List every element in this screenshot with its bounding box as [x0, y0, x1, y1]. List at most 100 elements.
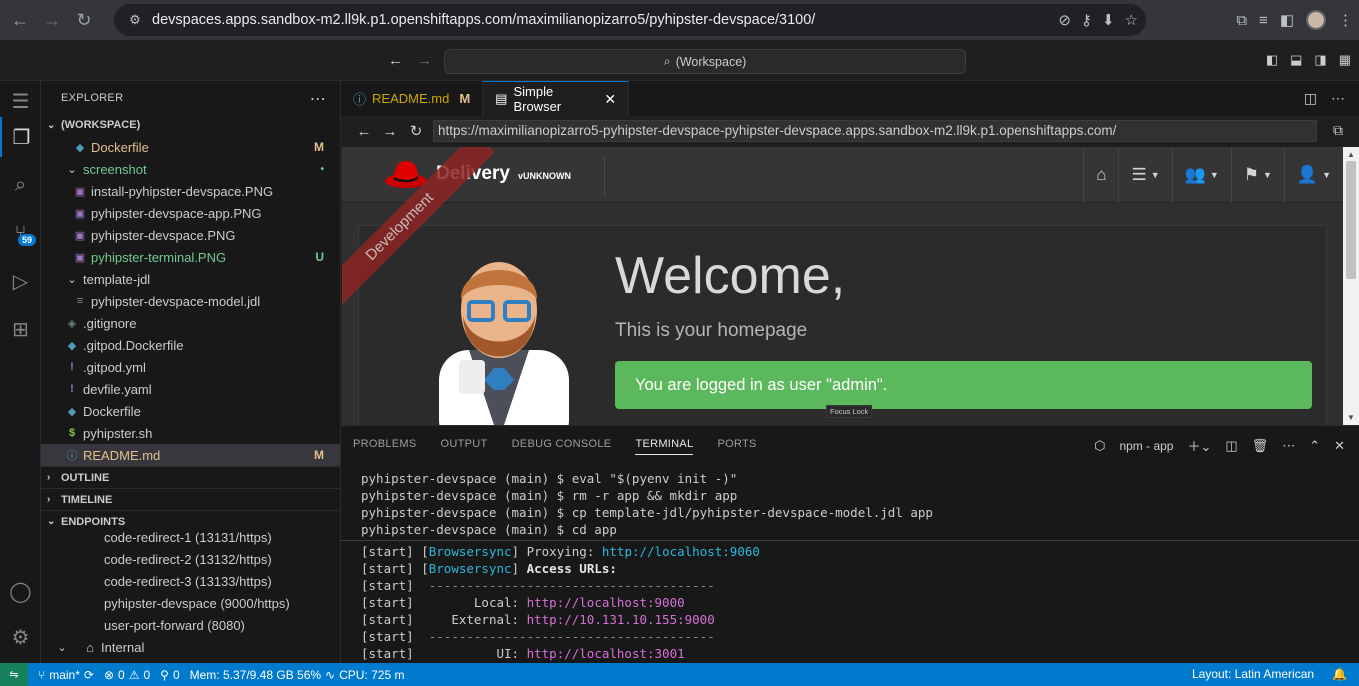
tree-item[interactable]: ⌄ screenshot • [41, 158, 340, 180]
problems-indicator[interactable]: ⊗ 0 ⚠ 0 [104, 668, 150, 682]
tab-terminal[interactable]: TERMINAL [635, 438, 694, 455]
simple-browser-url[interactable]: https://maximilianopizarro5-pyhipster-de… [433, 120, 1317, 142]
close-panel-icon[interactable]: ✕ [1334, 438, 1345, 454]
account-icon[interactable]: ◯ [0, 571, 41, 611]
extensions-icon[interactable]: ⊞ [0, 309, 41, 349]
tab-output[interactable]: OUTPUT [441, 438, 488, 450]
ui-url[interactable]: http://localhost:3001 [527, 646, 685, 661]
install-icon[interactable]: ⬇ [1102, 11, 1115, 29]
split-terminal-icon[interactable]: ◫ [1225, 438, 1237, 454]
workspace-section[interactable]: ⌄ (WORKSPACE) [41, 114, 340, 136]
tab-readme[interactable]: ⓘ README.md M [341, 81, 484, 116]
tree-item[interactable]: ≡ pyhipster-devspace-model.jdl [41, 290, 340, 312]
terminal-name[interactable]: npm - app [1119, 439, 1173, 453]
run-debug-icon[interactable]: ▷ [0, 261, 41, 301]
reload-icon[interactable]: ↻ [68, 4, 100, 36]
open-external-icon[interactable]: ⧉ [1333, 122, 1343, 139]
tree-item[interactable]: ▣ install-pyhipster-devspace.PNG [41, 180, 340, 202]
toggle-secondary-sidebar-icon[interactable]: ◨ [1314, 52, 1326, 68]
tree-item[interactable]: ⌄ template-jdl [41, 268, 340, 290]
command-center[interactable]: ⌕ (Workspace) [444, 49, 966, 74]
scroll-up-icon[interactable]: ▲ [1347, 150, 1355, 159]
local-url[interactable]: http://localhost:9000 [527, 595, 685, 610]
proxy-url[interactable]: http://localhost:9060 [602, 544, 760, 559]
timeline-section[interactable]: › TIMELINE [41, 488, 340, 510]
tree-item[interactable]: ▣ pyhipster-devspace-app.PNG [41, 202, 340, 224]
ui-label: UI: [496, 646, 520, 661]
trash-icon[interactable]: 🗑 [1252, 438, 1269, 454]
endpoint-item[interactable]: code-redirect-3 (13133/https) [41, 570, 340, 592]
extensions-icon[interactable]: ⧉ [1236, 12, 1247, 29]
nav-back-icon[interactable]: ← [388, 52, 403, 69]
tree-item[interactable]: ◈ .gitignore [41, 312, 340, 334]
keyboard-layout[interactable]: Layout: Latin American [1192, 667, 1314, 681]
address-url[interactable]: devspaces.apps.sandbox-m2.ll9k.p1.opensh… [152, 12, 815, 28]
endpoint-group-internal[interactable]: ⌄ ⌂ Internal [41, 636, 340, 658]
nav-language[interactable]: ⚑ ▼ [1230, 147, 1284, 203]
tree-item[interactable]: ▣ pyhipster-terminal.PNG U [41, 246, 340, 268]
settings-gear-icon[interactable]: ⚙ [0, 617, 41, 657]
back-icon[interactable]: ← [351, 123, 377, 140]
source-control-icon[interactable]: ⑂ [0, 213, 41, 253]
nav-home[interactable]: ⌂ [1083, 147, 1118, 203]
more-actions-icon[interactable]: ⋯ [1331, 90, 1345, 107]
reload-icon[interactable]: ↻ [403, 122, 429, 140]
scroll-down-icon[interactable]: ▼ [1347, 413, 1355, 422]
tree-item[interactable]: ! .gitpod.yml [41, 356, 340, 378]
nav-forward-icon[interactable]: → [417, 52, 432, 69]
menu-icon[interactable]: ⋮ [1338, 11, 1353, 29]
split-editor-icon[interactable]: ◫ [1304, 90, 1317, 107]
explorer-icon[interactable]: ❐ [0, 117, 41, 157]
address-bar[interactable]: ⚙ devspaces.apps.sandbox-m2.ll9k.p1.open… [114, 4, 1146, 36]
close-icon[interactable]: ✕ [604, 91, 616, 108]
bookmark-star-icon[interactable]: ☆ [1125, 11, 1138, 29]
remote-indicator-icon[interactable]: ⇋ [0, 663, 28, 686]
tree-item-selected[interactable]: ⓘ README.md M [41, 444, 340, 466]
sidepanel-icon[interactable]: ◧ [1280, 11, 1294, 29]
tree-item[interactable]: ! devfile.yaml [41, 378, 340, 400]
notifications-icon[interactable]: 🔔 [1332, 667, 1347, 681]
endpoint-item[interactable]: pyhipster-devspace (9000/https) [41, 592, 340, 614]
new-terminal-icon[interactable]: ＋⌄ [1187, 436, 1211, 455]
more-actions-icon[interactable]: ⋯ [1282, 438, 1295, 454]
camera-off-icon[interactable]: ⊘ [1058, 11, 1071, 29]
media-icon[interactable]: ≡ [1259, 12, 1268, 29]
search-icon[interactable]: ⌕ [0, 165, 41, 205]
external-url[interactable]: http://10.131.10.155:9000 [527, 612, 715, 627]
endpoint-item[interactable]: code-redirect-1 (13131/https) [41, 526, 340, 548]
forward-icon[interactable]: → [377, 123, 403, 140]
mem-indicator[interactable]: Mem: 5.37/9.48 GB 56% ∿ CPU: 725 m [190, 668, 405, 682]
nav-account[interactable]: 👤 ▼ [1283, 147, 1343, 203]
tab-debug-console[interactable]: DEBUG CONSOLE [512, 438, 612, 450]
endpoint-item[interactable]: code-redirect-2 (13132/https) [41, 548, 340, 570]
toggle-panel-icon[interactable]: ⬓ [1290, 52, 1302, 68]
git-branch[interactable]: ⑂ main* ⟳ [38, 668, 94, 682]
tab-ports[interactable]: PORTS [717, 438, 756, 450]
maximize-panel-icon[interactable]: ⌃ [1309, 438, 1320, 454]
nav-entities[interactable]: ☰ ▼ [1118, 147, 1171, 203]
customize-layout-icon[interactable]: ▦ [1339, 52, 1351, 68]
web-scrollbar[interactable]: ▲ ▼ [1343, 147, 1359, 425]
more-actions-icon[interactable]: ⋯ [310, 89, 326, 109]
ports-indicator[interactable]: ⚲ 0 [160, 668, 179, 682]
tree-item[interactable]: ◆ Dockerfile M [41, 136, 340, 158]
endpoint-item[interactable]: user-port-forward (8080) [41, 614, 340, 636]
tree-item[interactable]: ▣ pyhipster-devspace.PNG [41, 224, 340, 246]
forward-icon[interactable]: → [36, 4, 68, 36]
tab-problems[interactable]: PROBLEMS [353, 438, 417, 450]
back-icon[interactable]: ← [4, 4, 36, 36]
nav-admin[interactable]: 👥 ▼ [1171, 147, 1231, 203]
profile-avatar[interactable] [1306, 10, 1326, 30]
site-info-icon[interactable]: ⚙ [122, 12, 148, 28]
terminal-output[interactable]: [start] [Browsersync] Proxying: http://l… [361, 543, 760, 662]
toggle-sidebar-icon[interactable]: ◧ [1266, 52, 1278, 68]
tab-simple-browser[interactable]: ▤ Simple Browser ✕ [483, 81, 630, 116]
menu-icon[interactable]: ☰ [0, 81, 41, 121]
terminal-commands[interactable]: pyhipster-devspace (main) $ eval "$(pyen… [361, 470, 933, 538]
tree-item[interactable]: $ pyhipster.sh [41, 422, 340, 444]
tree-item[interactable]: ◆ .gitpod.Dockerfile [41, 334, 340, 356]
key-icon[interactable]: ⚷ [1081, 11, 1092, 29]
scroll-thumb[interactable] [1346, 161, 1356, 279]
outline-section[interactable]: › OUTLINE [41, 466, 340, 488]
tree-item[interactable]: ◆ Dockerfile [41, 400, 340, 422]
